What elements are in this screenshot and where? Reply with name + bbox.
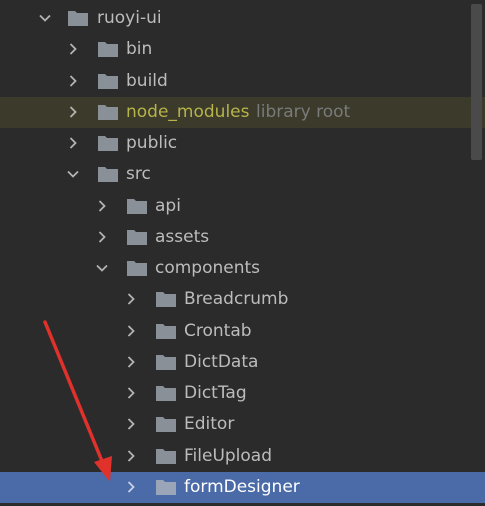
chevron-right-icon[interactable] <box>124 347 138 378</box>
folder-icon <box>155 322 177 340</box>
tree-item-label: assets <box>155 227 210 247</box>
chevron-right-icon[interactable] <box>124 284 138 315</box>
tree-item-formdesigner[interactable]: formDesigner <box>0 472 485 503</box>
tree-item-label: Breadcrumb <box>184 289 289 309</box>
tree-item-dicttag[interactable]: DictTag <box>0 378 485 409</box>
library-root-hint: library root <box>256 102 351 122</box>
folder-icon <box>97 134 119 152</box>
vertical-scrollbar[interactable] <box>469 0 485 506</box>
chevron-right-icon[interactable] <box>124 472 138 503</box>
tree-item-build[interactable]: build <box>0 66 485 97</box>
chevron-right-icon[interactable] <box>66 128 80 159</box>
tree-item-api[interactable]: api <box>0 191 485 222</box>
tree-item-breadcrumb[interactable]: Breadcrumb <box>0 284 485 315</box>
tree-item-label: bin <box>126 39 153 59</box>
folder-icon <box>97 72 119 90</box>
folder-icon <box>126 197 148 215</box>
tree-item-node-modules[interactable]: node_modules library root <box>0 97 485 128</box>
tree-item-label: DictData <box>184 352 259 372</box>
tree-item-label: FileUpload <box>184 446 273 466</box>
tree-item-label: src <box>126 164 151 184</box>
folder-icon <box>126 259 148 277</box>
folder-icon <box>97 40 119 58</box>
chevron-right-icon[interactable] <box>95 222 109 253</box>
chevron-down-icon[interactable] <box>66 159 80 190</box>
chevron-right-icon[interactable] <box>66 97 80 128</box>
chevron-right-icon[interactable] <box>124 316 138 347</box>
scrollbar-thumb[interactable] <box>471 4 482 160</box>
tree-item-src[interactable]: src <box>0 159 485 190</box>
tree-item-label: build <box>126 71 168 91</box>
tree-item-label: public <box>126 133 178 153</box>
tree-item-label: ruoyi-ui <box>97 8 162 28</box>
chevron-right-icon[interactable] <box>66 34 80 65</box>
project-tree: ruoyi-ui bin build node_modules library … <box>0 0 485 506</box>
tree-item-label: DictTag <box>184 383 247 403</box>
tree-item-public[interactable]: public <box>0 128 485 159</box>
folder-icon <box>67 9 89 27</box>
folder-icon <box>155 415 177 433</box>
tree-item-label: components <box>155 258 261 278</box>
folder-icon <box>155 290 177 308</box>
tree-item-bin[interactable]: bin <box>0 34 485 65</box>
folder-icon <box>155 384 177 402</box>
tree-item-crontab[interactable]: Crontab <box>0 316 485 347</box>
tree-item-components[interactable]: components <box>0 253 485 284</box>
tree-item-label: formDesigner <box>184 477 300 497</box>
chevron-right-icon[interactable] <box>124 378 138 409</box>
tree-item-dictdata[interactable]: DictData <box>0 347 485 378</box>
chevron-down-icon[interactable] <box>38 3 52 34</box>
chevron-right-icon[interactable] <box>95 191 109 222</box>
chevron-right-icon[interactable] <box>124 441 138 472</box>
tree-item-editor[interactable]: Editor <box>0 409 485 440</box>
tree-item-label: Editor <box>184 414 235 434</box>
folder-icon <box>126 228 148 246</box>
tree-item-ruoyi-ui[interactable]: ruoyi-ui <box>0 3 485 34</box>
folder-icon <box>155 353 177 371</box>
chevron-right-icon[interactable] <box>66 66 80 97</box>
tree-item-label: Crontab <box>184 321 252 341</box>
tree-item-label: node_modules <box>126 102 250 122</box>
chevron-right-icon[interactable] <box>124 409 138 440</box>
chevron-down-icon[interactable] <box>95 253 109 284</box>
folder-icon <box>97 103 119 121</box>
tree-item-fileupload[interactable]: FileUpload <box>0 441 485 472</box>
folder-icon <box>97 165 119 183</box>
tree-item-assets[interactable]: assets <box>0 222 485 253</box>
tree-item-label: api <box>155 196 181 216</box>
folder-icon <box>155 447 177 465</box>
folder-icon <box>155 478 177 496</box>
